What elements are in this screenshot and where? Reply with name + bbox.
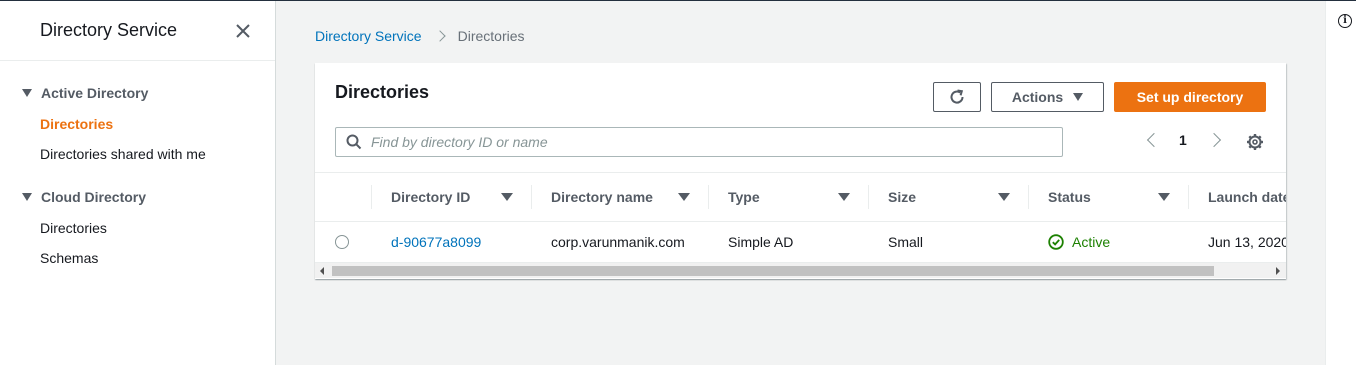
page-number[interactable]: 1: [1179, 132, 1187, 148]
chevron-left-icon[interactable]: [1146, 132, 1162, 148]
caret-down-icon: [1073, 93, 1084, 101]
sort-caret-icon: [678, 193, 690, 201]
gear-icon[interactable]: [1246, 133, 1264, 151]
size-cell: Small: [888, 234, 924, 250]
column-header-launch-date[interactable]: Launch date: [1188, 173, 1286, 221]
caret-down-icon: [22, 89, 32, 97]
directory-id-link[interactable]: d-90677a8099: [391, 234, 481, 250]
column-label: Directory ID: [391, 189, 471, 205]
sidebar-section-cloud-directory: Cloud Directory Directories Schemas: [0, 187, 275, 273]
actions-button[interactable]: Actions: [991, 82, 1104, 112]
directories-table: Directory ID Directory name Type Size St…: [315, 172, 1286, 262]
directory-id-cell: d-90677a8099: [371, 234, 531, 250]
breadcrumb-root-link[interactable]: Directory Service: [315, 28, 422, 44]
column-label: Type: [728, 189, 760, 205]
sort-caret-icon: [838, 193, 850, 201]
breadcrumb: Directory Service Directories: [315, 28, 525, 44]
sidebar-group-label: Cloud Directory: [41, 189, 147, 205]
status-text: Active: [1072, 234, 1111, 250]
column-label: Directory name: [551, 189, 653, 205]
table-row: d-90677a8099 corp.varunmanik.com Simple …: [315, 222, 1286, 262]
sidebar-group-cloud-directory[interactable]: Cloud Directory: [0, 187, 275, 207]
set-up-directory-button[interactable]: Set up directory: [1114, 82, 1266, 112]
column-header-directory-id[interactable]: Directory ID: [371, 173, 531, 221]
sort-caret-icon: [501, 193, 513, 201]
horizontal-scrollbar[interactable]: [315, 262, 1286, 278]
sidebar-item-cloud-directories[interactable]: Directories: [0, 213, 275, 243]
caret-down-icon: [22, 193, 32, 201]
column-header-directory-name[interactable]: Directory name: [531, 173, 708, 221]
sidebar-item-directories-shared[interactable]: Directories shared with me: [0, 139, 275, 169]
scrollbar-thumb[interactable]: [332, 266, 1214, 276]
refresh-button[interactable]: [933, 82, 981, 112]
status-badge: Active: [1048, 234, 1188, 250]
chevron-right-icon: [433, 30, 446, 42]
column-label: Status: [1048, 189, 1091, 205]
search-input[interactable]: [371, 134, 1062, 150]
actions-button-label: Actions: [1011, 89, 1064, 105]
row-select-cell: [315, 235, 371, 249]
row-radio[interactable]: [335, 235, 349, 249]
column-label: Launch date: [1208, 189, 1286, 205]
sidebar: Directory Service Active Directory Direc…: [0, 1, 276, 365]
sidebar-header: Directory Service: [0, 1, 275, 61]
info-icon[interactable]: i: [1338, 14, 1352, 28]
panel-title: Directories: [335, 82, 430, 102]
column-header-status[interactable]: Status: [1028, 173, 1188, 221]
column-header-type[interactable]: Type: [708, 173, 868, 221]
chevron-right-icon[interactable]: [1206, 132, 1221, 148]
sort-caret-icon: [1158, 193, 1170, 201]
pagination: 1: [1143, 132, 1221, 148]
table-header: Directory ID Directory name Type Size St…: [315, 172, 1286, 222]
column-label: Size: [888, 189, 917, 205]
sidebar-item-directories[interactable]: Directories: [0, 109, 275, 139]
status-cell: Active: [1028, 234, 1188, 250]
launch-date-cell: Jun 13, 2020: [1208, 234, 1286, 250]
sidebar-title: Directory Service: [40, 20, 178, 40]
help-panel-strip: i: [1325, 1, 1356, 365]
column-header-size[interactable]: Size: [868, 173, 1028, 221]
select-column-header: [315, 173, 371, 221]
search-box[interactable]: [335, 127, 1063, 157]
sort-caret-icon: [998, 193, 1010, 201]
sidebar-item-schemas[interactable]: Schemas: [0, 243, 275, 273]
type-cell: Simple AD: [728, 234, 794, 250]
close-icon[interactable]: [233, 21, 253, 41]
breadcrumb-current: Directories: [457, 28, 525, 44]
search-icon: [346, 134, 362, 150]
sidebar-group-active-directory[interactable]: Active Directory: [0, 83, 275, 103]
directory-name-cell: corp.varunmanik.com: [551, 234, 685, 250]
sidebar-section-active-directory: Active Directory Directories Directories…: [0, 83, 275, 169]
sidebar-group-label: Active Directory: [41, 85, 149, 101]
refresh-icon: [950, 89, 964, 104]
scroll-right-arrow-icon[interactable]: [1276, 267, 1280, 275]
directories-panel: Directories Actions Set up directory 1: [315, 63, 1286, 279]
scroll-left-arrow-icon[interactable]: [320, 267, 324, 275]
check-circle-icon: [1048, 234, 1064, 250]
